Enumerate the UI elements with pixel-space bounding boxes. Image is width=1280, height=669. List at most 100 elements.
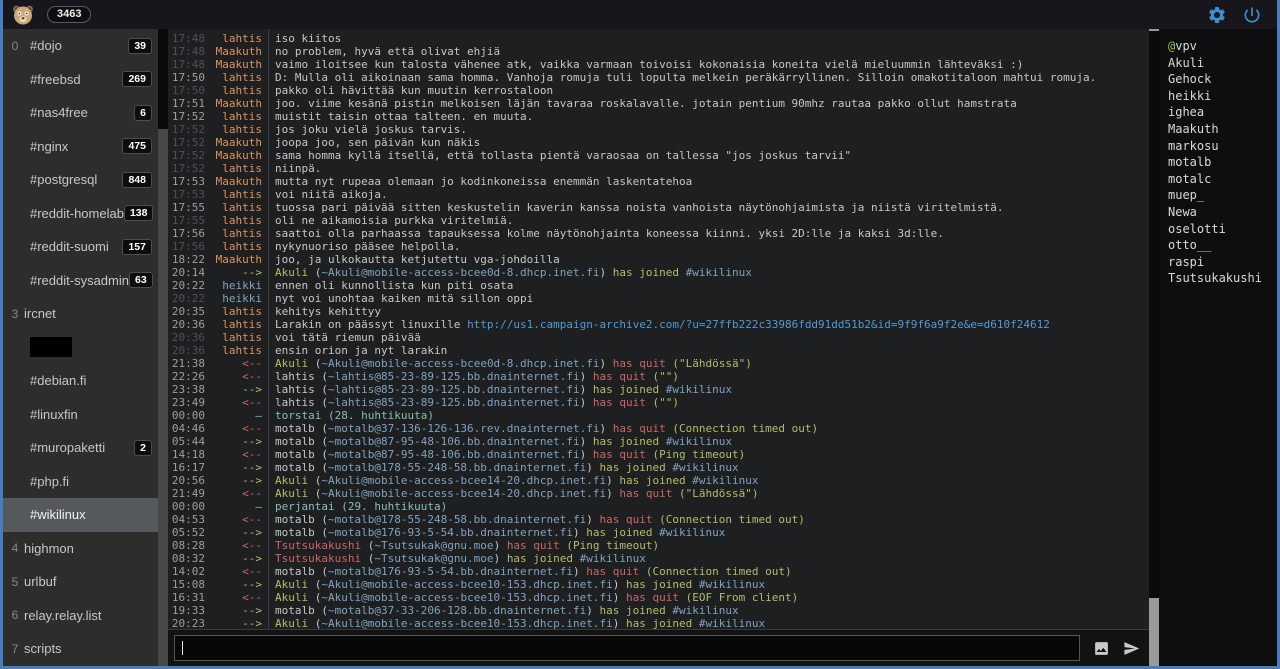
hostmask-link[interactable]: ~Akuli@mobile-access-bcee0d-8.dhcp.inet.… [321, 266, 599, 279]
sidebar-item-dojo[interactable]: 0#dojo39 [3, 29, 158, 63]
chat-line: 08:32-->Tsutsukakushi (~Tsutsukak@gnu.mo… [168, 552, 1149, 565]
hostmask-link[interactable]: ~motalb@176-93-5-54.bb.dnainternet.fi [328, 565, 573, 578]
nicklist-item-Akuli[interactable]: Akuli [1159, 55, 1277, 72]
hostmask-link[interactable]: ~lahtis@85-23-89-125.bb.dnainternet.fi [328, 370, 580, 383]
message-text: joopa joo, sen päivän kun näkis [268, 136, 1149, 149]
hostmask-link[interactable]: ~Akuli@mobile-access-bcee14-20.dhcp.inet… [321, 487, 606, 500]
sidebar-item-ircnet[interactable]: 3ircnet [3, 297, 158, 331]
message-text: nyt voi unohtaa kaiken mitä sillon oppi [268, 292, 1149, 305]
nicklist-item-markosu[interactable]: markosu [1159, 138, 1277, 155]
hostmask-link[interactable]: ~Akuli@mobile-access-bcee14-20.dhcp.inet… [321, 474, 606, 487]
text-segment: has quit [593, 396, 653, 409]
chat-line: 17:52lahtismuistit taisin ottaa talteen.… [168, 110, 1149, 123]
text-segment: has joined [586, 526, 659, 539]
timestamp: 14:18 [168, 448, 205, 461]
text-segment: ("Lähdössä") [672, 357, 751, 370]
image-upload-icon[interactable] [1093, 640, 1110, 657]
text-segment: motalb ( [275, 422, 328, 435]
channel-link[interactable]: #wikilinux [666, 435, 732, 448]
sidebar-item-reddit-homelab[interactable]: #reddit-homelab138 [3, 197, 158, 231]
channel-link[interactable]: #wikilinux [672, 604, 738, 617]
channel-link[interactable]: #wikilinux [699, 578, 765, 591]
message-text: motalb (~motalb@176-93-5-54.bb.dnaintern… [268, 565, 1149, 578]
text-segment: Akuli [275, 578, 315, 591]
sidebar-item-freebsd[interactable]: #freebsd269 [3, 63, 158, 97]
nicklist-item-ighea[interactable]: ighea [1159, 104, 1277, 121]
buffer-label: #nas4free [30, 105, 88, 120]
channel-link[interactable]: #wikilinux [686, 266, 752, 279]
text-segment: ) [613, 591, 626, 604]
text-segment: voi tätä riemun päivää [275, 331, 421, 344]
sidebar-scrollbar-thumb[interactable] [158, 29, 168, 129]
sidebar-item-linuxfin[interactable]: #linuxfin [3, 398, 158, 432]
hostmask-link[interactable]: ~motalb@176-93-5-54.bb.dnainternet.fi [328, 526, 573, 539]
power-icon[interactable] [1242, 5, 1262, 25]
hostmask-link[interactable]: ~lahtis@85-23-89-125.bb.dnainternet.fi [328, 383, 580, 396]
hostmask-link[interactable]: ~Tsutsukak@gnu.moe [374, 552, 493, 565]
message-input[interactable] [174, 635, 1080, 661]
nicklist-item-muep_[interactable]: muep_ [1159, 187, 1277, 204]
hostmask-link[interactable]: ~motalb@87-95-48-106.bb.dnainternet.fi [328, 448, 580, 461]
sidebar-scrollbar[interactable] [158, 29, 168, 666]
message-prefix: lahtis [205, 214, 268, 227]
url-link[interactable]: http://us1.campaign-archive2.com/?u=27ff… [467, 318, 1050, 331]
nicklist-item-heikki[interactable]: heikki [1159, 88, 1277, 105]
unread-count-badge: 138 [124, 205, 154, 221]
sidebar-item-redacted[interactable] [3, 331, 158, 365]
hostmask-link[interactable]: ~Akuli@mobile-access-bcee10-153.dhcp.ine… [321, 578, 612, 591]
chat-scrollbar[interactable] [1149, 29, 1159, 666]
hostmask-link[interactable]: ~motalb@87-95-48-106.bb.dnainternet.fi [328, 435, 580, 448]
hostmask-link[interactable]: ~Akuli@mobile-access-bcee10-153.dhcp.ine… [321, 591, 612, 604]
hostmask-link[interactable]: ~motalb@178-55-248-58.bb.dnainternet.fi [328, 461, 586, 474]
nicklist-item-otto__[interactable]: otto__ [1159, 237, 1277, 254]
sidebar-item-scripts[interactable]: 7scripts [3, 632, 158, 666]
bear-logo-icon[interactable] [11, 3, 35, 27]
sidebar-item-wikilinux[interactable]: #wikilinux [3, 498, 158, 532]
sidebar-item-relay.relay.list[interactable]: 6relay.relay.list [3, 599, 158, 633]
sidebar-item-highmon[interactable]: 4highmon [3, 532, 158, 566]
nick-label: Newa [1168, 205, 1197, 219]
sidebar-item-reddit-sysadmin[interactable]: #reddit-sysadmin63 [3, 264, 158, 298]
nicklist-item-Tsutsukakushi[interactable]: Tsutsukakushi [1159, 270, 1277, 287]
nicklist-item-vpv[interactable]: @vpv [1159, 38, 1277, 55]
timestamp: 17:51 [168, 97, 205, 110]
channel-link[interactable]: #wikilinux [659, 526, 725, 539]
sidebar-item-reddit-suomi[interactable]: #reddit-suomi157 [3, 230, 158, 264]
channel-link[interactable]: #wikilinux [672, 461, 738, 474]
sidebar-item-php.fi[interactable]: #php.fi [3, 465, 158, 499]
nicklist-item-motalc[interactable]: motalc [1159, 171, 1277, 188]
nicklist-item-motalb[interactable]: motalb [1159, 154, 1277, 171]
nicklist-item-Newa[interactable]: Newa [1159, 204, 1277, 221]
channel-link[interactable]: #wikilinux [692, 474, 758, 487]
message-text: niinpä. [268, 162, 1149, 175]
channel-link[interactable]: #wikilinux [580, 552, 646, 565]
sidebar-item-urlbuf[interactable]: 5urlbuf [3, 565, 158, 599]
chat-scrollbar-thumb[interactable] [1149, 31, 1159, 598]
nicklist-item-Maakuth[interactable]: Maakuth [1159, 121, 1277, 138]
sidebar-item-postgresql[interactable]: #postgresql848 [3, 163, 158, 197]
hostmask-link[interactable]: ~motalb@37-136-126-136.rev.dnainternet.f… [328, 422, 600, 435]
sidebar-item-muropaketti[interactable]: #muropaketti2 [3, 431, 158, 465]
message-text: vaimo iloitsee kun talosta vähenee atk, … [268, 58, 1149, 71]
sidebar-item-nas4free[interactable]: #nas4free6 [3, 96, 158, 130]
hostmask-link[interactable]: ~motalb@37-33-206-128.bb.dnainternet.fi [328, 604, 586, 617]
sidebar-item-nginx[interactable]: #nginx475 [3, 130, 158, 164]
chat-line: 21:49<--Akuli (~Akuli@mobile-access-bcee… [168, 487, 1149, 500]
channel-link[interactable]: #wikilinux [666, 383, 732, 396]
hostmask-link[interactable]: ~Tsutsukak@gnu.moe [374, 539, 493, 552]
chat-line: 08:28<--Tsutsukakushi (~Tsutsukak@gnu.mo… [168, 539, 1149, 552]
nicklist-item-raspi[interactable]: raspi [1159, 254, 1277, 271]
hostmask-link[interactable]: ~motalb@178-55-248-58.bb.dnainternet.fi [328, 513, 586, 526]
nicklist-item-oselotti[interactable]: oselotti [1159, 221, 1277, 238]
hostmask-link[interactable]: ~Akuli@mobile-access-bcee0d-8.dhcp.inet.… [321, 357, 599, 370]
settings-gear-icon[interactable] [1207, 5, 1227, 25]
sidebar-item-debian.fi[interactable]: #debian.fi [3, 364, 158, 398]
message-prefix: lahtis [205, 123, 268, 136]
send-plane-icon[interactable] [1123, 640, 1140, 657]
message-prefix: heikki [205, 292, 268, 305]
nicklist-item-Gehock[interactable]: Gehock [1159, 71, 1277, 88]
chat-line: 17:53Maakuthmutta nyt rupeaa olemaan jo … [168, 175, 1149, 188]
topbar: 3463 [3, 0, 1277, 29]
hostmask-link[interactable]: ~lahtis@85-23-89-125.bb.dnainternet.fi [328, 396, 580, 409]
message-text: motalb (~motalb@87-95-48-106.bb.dnainter… [268, 448, 1149, 461]
